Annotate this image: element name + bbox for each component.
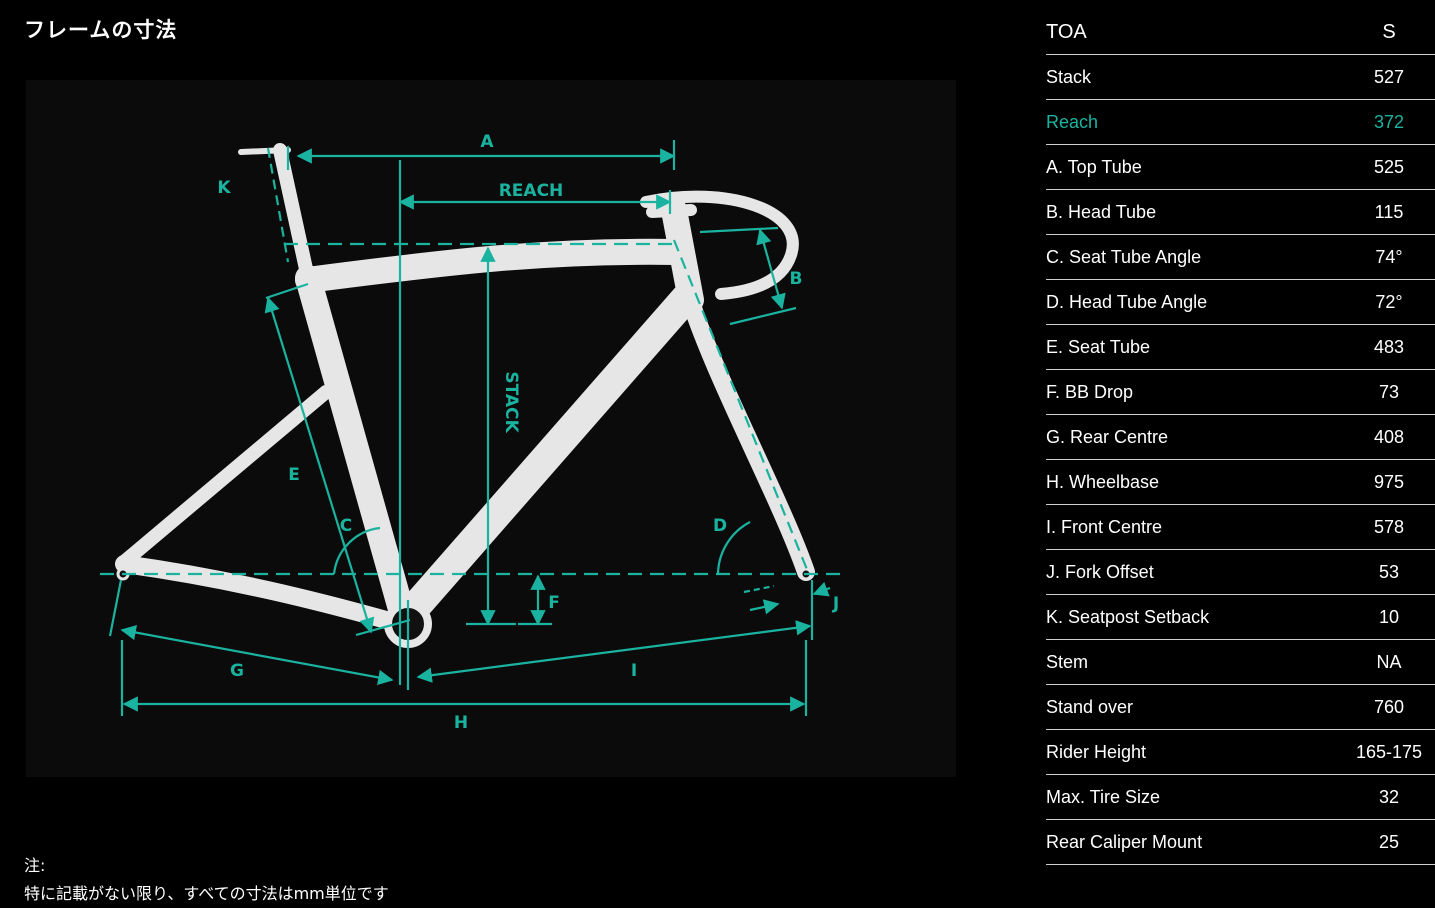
down-tube [389,283,701,635]
table-header-row: TOA S [1046,10,1435,55]
label-b: B [790,269,803,289]
measurement-name: Max. Tire Size [1046,774,1343,820]
label-f: F [548,593,560,613]
label-j: J [832,594,839,614]
notes-body: 特に記載がない限り、すべての寸法はmm単位です [24,884,389,903]
measurement-name: E. Seat Tube [1046,324,1343,370]
measurement-value: 74° [1343,234,1435,280]
measurement-value: 53 [1343,549,1435,595]
measurement-value: 73 [1343,369,1435,415]
table-row: Rider Height 165-175 [1046,729,1435,775]
geometry-table: TOA S Stack 527 Reach 372 A. Top Tube 525 B. H… [1046,10,1435,865]
measurement-name: D. Head Tube Angle [1046,279,1343,325]
measurement-value: 578 [1343,504,1435,550]
table-row: H. Wheelbase 975 [1046,459,1435,505]
measurement-value: 10 [1343,594,1435,640]
measurement-value: 115 [1343,189,1435,235]
label-e: E [288,465,300,485]
table-row: B. Head Tube 115 [1046,189,1435,235]
dimension-lines [100,140,844,716]
table-row: G. Rear Centre 408 [1046,414,1435,460]
geometry-rows: Stack 527 Reach 372 A. Top Tube 525 B. Head Tu… [1046,54,1435,865]
label-d: D [713,516,727,536]
table-row: Stack 527 [1046,54,1435,100]
table-row: E. Seat Tube 483 [1046,324,1435,370]
table-row: Stem NA [1046,639,1435,685]
measurement-name: F. BB Drop [1046,369,1343,415]
frame-illustration: A REACH K B STACK E C D F J G I H [100,132,844,733]
seat-tube [295,265,417,633]
seatpost [273,143,315,285]
table-row: J. Fork Offset 53 [1046,549,1435,595]
measurement-name: Stem [1046,639,1343,685]
table-row: D. Head Tube Angle 72° [1046,279,1435,325]
measurement-name: Stack [1046,54,1343,100]
table-row: Rear Caliper Mount 25 [1046,819,1435,865]
measurement-name: Stand over [1046,684,1343,730]
measurement-name: Reach [1046,99,1343,145]
measurement-value: 165-175 [1343,729,1435,775]
page-title: フレームの寸法 [24,18,178,42]
measurement-value: 483 [1343,324,1435,370]
table-row: C. Seat Tube Angle 74° [1046,234,1435,280]
measurement-name: G. Rear Centre [1046,414,1343,460]
label-a: A [480,132,494,152]
notes-heading: 注: [24,856,46,875]
label-c: C [340,516,352,536]
table-row: Reach 372 [1046,99,1435,145]
fork [682,293,815,581]
measurement-name: J. Fork Offset [1046,549,1343,595]
notes: 注: 特に記載がない限り、すべての寸法はmm単位です [24,852,389,908]
measurement-name: I. Front Centre [1046,504,1343,550]
measurement-name: A. Top Tube [1046,144,1343,190]
table-row: F. BB Drop 73 [1046,369,1435,415]
measurement-value: NA [1343,639,1435,685]
measurement-value: 975 [1343,459,1435,505]
measurement-value: 527 [1343,54,1435,100]
label-i: I [631,661,637,681]
table-row: A. Top Tube 525 [1046,144,1435,190]
size-header: S [1343,10,1435,55]
head-tube [661,197,704,313]
label-g: G [230,661,244,681]
measurement-value: 32 [1343,774,1435,820]
frame-geometry-diagram: A REACH K B STACK E C D F J G I H [26,80,956,777]
measurement-value: 525 [1343,144,1435,190]
measurement-name: K. Seatpost Setback [1046,594,1343,640]
label-reach: REACH [499,181,564,201]
measurement-value: 372 [1343,99,1435,145]
measurement-name: Rear Caliper Mount [1046,819,1343,865]
table-row: Stand over 760 [1046,684,1435,730]
label-stack: STACK [501,371,521,433]
table-row: I. Front Centre 578 [1046,504,1435,550]
measurement-value: 72° [1343,279,1435,325]
stem [646,204,697,218]
measurement-name: Rider Height [1046,729,1343,775]
label-h: H [454,713,468,733]
saddle-rail [238,147,291,155]
model-name-header: TOA [1046,10,1343,55]
bike-frame [115,143,815,635]
label-k: K [217,178,231,198]
table-row: K. Seatpost Setback 10 [1046,594,1435,640]
measurement-value: 25 [1343,819,1435,865]
measurement-value: 760 [1343,684,1435,730]
measurement-value: 408 [1343,414,1435,460]
table-row: Max. Tire Size 32 [1046,774,1435,820]
measurement-name: B. Head Tube [1046,189,1343,235]
measurement-name: H. Wheelbase [1046,459,1343,505]
top-tube [295,238,689,293]
measurement-name: C. Seat Tube Angle [1046,234,1343,280]
